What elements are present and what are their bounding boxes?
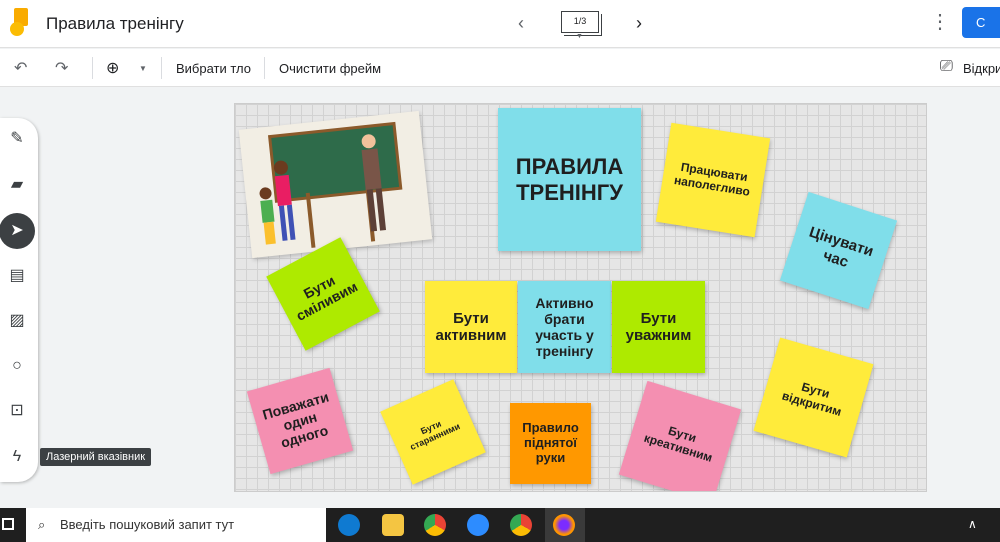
set-background-button[interactable]: Вибрати тло: [176, 61, 251, 76]
undo-button[interactable]: ↶: [14, 58, 27, 78]
sticky-note[interactable]: Працювати наполегливо: [655, 122, 771, 238]
sticky-note[interactable]: Бути уважним: [612, 281, 705, 373]
divider: [161, 57, 162, 79]
classroom-illustration[interactable]: [238, 110, 433, 259]
clear-frame-button[interactable]: Очистити фрейм: [279, 61, 381, 76]
sticky-note[interactable]: Бути відкритим: [753, 337, 874, 458]
eraser-icon[interactable]: ▰: [6, 174, 28, 196]
tool-sidebar: ✎ ▰ ➤ ▤ ▨ ○ ⊡ ϟ: [0, 118, 38, 482]
app-header: Правила тренінгу ‹ 1/3 ▼ › ⋮ С: [0, 0, 1000, 48]
pen-icon[interactable]: ✎: [6, 128, 28, 150]
chrome-icon[interactable]: [424, 514, 446, 536]
divider: [92, 57, 93, 79]
taskbar-search-input[interactable]: ⌕ Введіть пошуковий запит тут: [26, 508, 326, 542]
chevron-down-icon: ▼: [576, 33, 583, 40]
windows-taskbar: ⌕ Введіть пошуковий запит тут ∧: [0, 508, 1000, 542]
toolbar: ↶ ↷ ⊕ ▼ Вибрати тло Очистити фрейм ⎚ Від…: [0, 49, 1000, 87]
zoom-icon[interactable]: ⊕: [106, 58, 119, 78]
chevron-down-icon[interactable]: ▼: [139, 64, 147, 73]
edge-icon[interactable]: [338, 514, 360, 536]
search-placeholder: Введіть пошуковий запит тут: [60, 517, 235, 532]
next-frame-button[interactable]: ›: [628, 12, 650, 34]
redo-button[interactable]: ↷: [55, 58, 68, 78]
more-options-button[interactable]: ⋮: [930, 12, 950, 34]
zoom-app-icon[interactable]: [467, 514, 489, 536]
chrome-profile-icon[interactable]: [510, 514, 532, 536]
sticky-note[interactable]: Бути креативним: [618, 380, 742, 491]
sticky-note[interactable]: Бути старанними: [380, 379, 486, 485]
select-icon[interactable]: ➤: [0, 213, 35, 249]
prev-frame-button[interactable]: ‹: [510, 12, 532, 34]
circle-icon[interactable]: ○: [6, 355, 28, 377]
share-button[interactable]: С: [962, 7, 1000, 38]
windows-start-icon[interactable]: [2, 518, 14, 530]
sticky-note[interactable]: Бути активним: [425, 281, 517, 373]
sticky-note[interactable]: ПРАВИЛА ТРЕНІНГУ: [498, 108, 641, 251]
document-title[interactable]: Правила тренінгу: [46, 14, 184, 34]
laser-tooltip: Лазерний вказівник: [40, 448, 152, 466]
file-explorer-icon[interactable]: [382, 514, 404, 536]
image-icon[interactable]: ▨: [6, 310, 28, 332]
laser-icon[interactable]: ϟ: [6, 446, 28, 468]
search-icon: ⌕: [38, 517, 46, 532]
jamboard-logo[interactable]: [10, 8, 28, 38]
present-icon[interactable]: ⎚: [940, 58, 953, 76]
share-button-label: С: [976, 15, 986, 30]
sticky-note[interactable]: Активно брати участь у тренінгу: [518, 281, 611, 373]
firefox-icon[interactable]: [553, 514, 575, 536]
whiteboard-canvas[interactable]: ПРАВИЛА ТРЕНІНГУ Працювати наполегливо Ц…: [234, 103, 927, 492]
sticky-note[interactable]: Правило піднятої руки: [510, 403, 591, 484]
frame-indicator[interactable]: 1/3: [561, 11, 599, 33]
textbox-icon[interactable]: ⊡: [6, 400, 28, 422]
divider: [264, 57, 265, 79]
sticky-note-icon[interactable]: ▤: [6, 265, 28, 287]
chevron-up-icon[interactable]: ∧: [968, 517, 977, 531]
sticky-note[interactable]: Поважати один одного: [246, 367, 354, 475]
sticky-note[interactable]: Цінувати час: [779, 191, 898, 310]
open-button[interactable]: Відкри: [963, 61, 1000, 76]
